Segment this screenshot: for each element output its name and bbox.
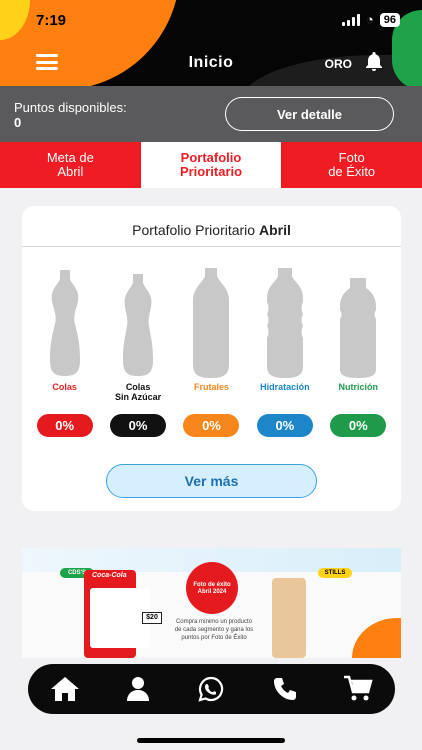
category-colas-sin-azucar[interactable]: Colas Sin Azúcar 0% bbox=[102, 268, 174, 437]
badge-stills: STILLS bbox=[318, 568, 352, 578]
phone-icon[interactable] bbox=[267, 671, 303, 707]
signal-icon bbox=[341, 13, 360, 26]
promo-banner[interactable]: CDS'S Coca-Cola $20 Foto de éxito Abril … bbox=[22, 548, 401, 658]
category-colas[interactable]: Colas 0% bbox=[29, 268, 101, 437]
battery-icon: 96 bbox=[379, 12, 400, 27]
stills-display-image bbox=[272, 578, 306, 658]
tab-bar: Meta de Abril Portafolio Prioritario Fot… bbox=[0, 142, 422, 188]
category-label: Colas bbox=[52, 382, 77, 392]
page-title: Inicio bbox=[188, 54, 234, 71]
home-icon[interactable] bbox=[47, 671, 83, 707]
user-icon[interactable] bbox=[120, 671, 156, 707]
bottle-icon bbox=[340, 278, 377, 378]
bell-icon[interactable] bbox=[362, 50, 386, 74]
category-percent: 0% bbox=[256, 414, 313, 437]
category-percent: 0% bbox=[183, 414, 240, 437]
cart-icon[interactable] bbox=[340, 671, 376, 707]
bottle-icon bbox=[123, 274, 154, 376]
level-label: ORO bbox=[324, 57, 352, 71]
tab-meta-abril[interactable]: Meta de Abril bbox=[0, 142, 141, 188]
category-percent: 0% bbox=[36, 414, 93, 437]
foto-exito-badge: Foto de éxito Abril 2024 bbox=[186, 562, 238, 614]
category-nutricion[interactable]: Nutrición 0% bbox=[322, 268, 394, 437]
bottom-nav bbox=[28, 664, 395, 714]
category-list: Colas 0% Colas Sin Azúcar 0% Frutales 0%… bbox=[22, 268, 401, 437]
category-percent: 0% bbox=[330, 414, 387, 437]
bottle-icon bbox=[266, 268, 303, 378]
category-label: Hidratación bbox=[260, 382, 310, 392]
decor-blob-orange bbox=[352, 618, 401, 658]
bottle-icon bbox=[193, 268, 230, 378]
bottle-icon bbox=[49, 270, 80, 376]
product-grid-image bbox=[90, 588, 150, 648]
tab-portafolio-prioritario[interactable]: Portafolio Prioritario bbox=[140, 142, 282, 188]
category-frutales[interactable]: Frutales 0% bbox=[175, 268, 247, 437]
price-tag: $20 bbox=[142, 612, 162, 624]
tab-foto-exito[interactable]: Foto de Éxito bbox=[281, 142, 422, 188]
status-icons: ◔ 96 bbox=[341, 12, 400, 27]
category-label: Nutrición bbox=[338, 382, 379, 392]
coke-logo: Coca-Cola bbox=[92, 572, 127, 579]
status-time: 7:19 bbox=[36, 12, 67, 29]
card-title: Portafolio Prioritario Abril bbox=[22, 222, 401, 238]
tab-label: Portafolio Prioritario bbox=[179, 150, 243, 179]
points-label: Puntos disponibles: bbox=[14, 100, 127, 115]
whatsapp-icon[interactable] bbox=[193, 671, 229, 707]
home-indicator bbox=[137, 738, 285, 743]
portfolio-card: Portafolio Prioritario Abril Colas 0% Co… bbox=[22, 206, 401, 511]
tab-label: Meta de Abril bbox=[46, 150, 94, 179]
category-label: Frutales bbox=[193, 382, 229, 392]
points-bar: Puntos disponibles: 0 Ver detalle bbox=[0, 86, 422, 142]
promo-text: Compra mínimo un producto de cada segmen… bbox=[174, 619, 254, 641]
card-title-month: Abril bbox=[258, 222, 291, 238]
status-bar: 7:19 ◔ 96 bbox=[0, 0, 422, 38]
category-percent: 0% bbox=[110, 414, 167, 437]
category-label: Colas Sin Azúcar bbox=[114, 382, 162, 402]
view-more-button[interactable]: Ver más bbox=[106, 464, 317, 498]
points-value: 0 bbox=[14, 115, 22, 130]
category-hidratacion[interactable]: Hidratación 0% bbox=[249, 268, 321, 437]
wifi-icon: ◔ bbox=[365, 12, 374, 27]
app-header: 7:19 ◔ 96 Inicio ORO bbox=[0, 0, 422, 86]
view-detail-button[interactable]: Ver detalle bbox=[225, 97, 394, 131]
tab-label: Foto de Éxito bbox=[328, 150, 376, 179]
divider bbox=[22, 246, 401, 247]
card-title-text: Portafolio Prioritario bbox=[132, 222, 256, 238]
